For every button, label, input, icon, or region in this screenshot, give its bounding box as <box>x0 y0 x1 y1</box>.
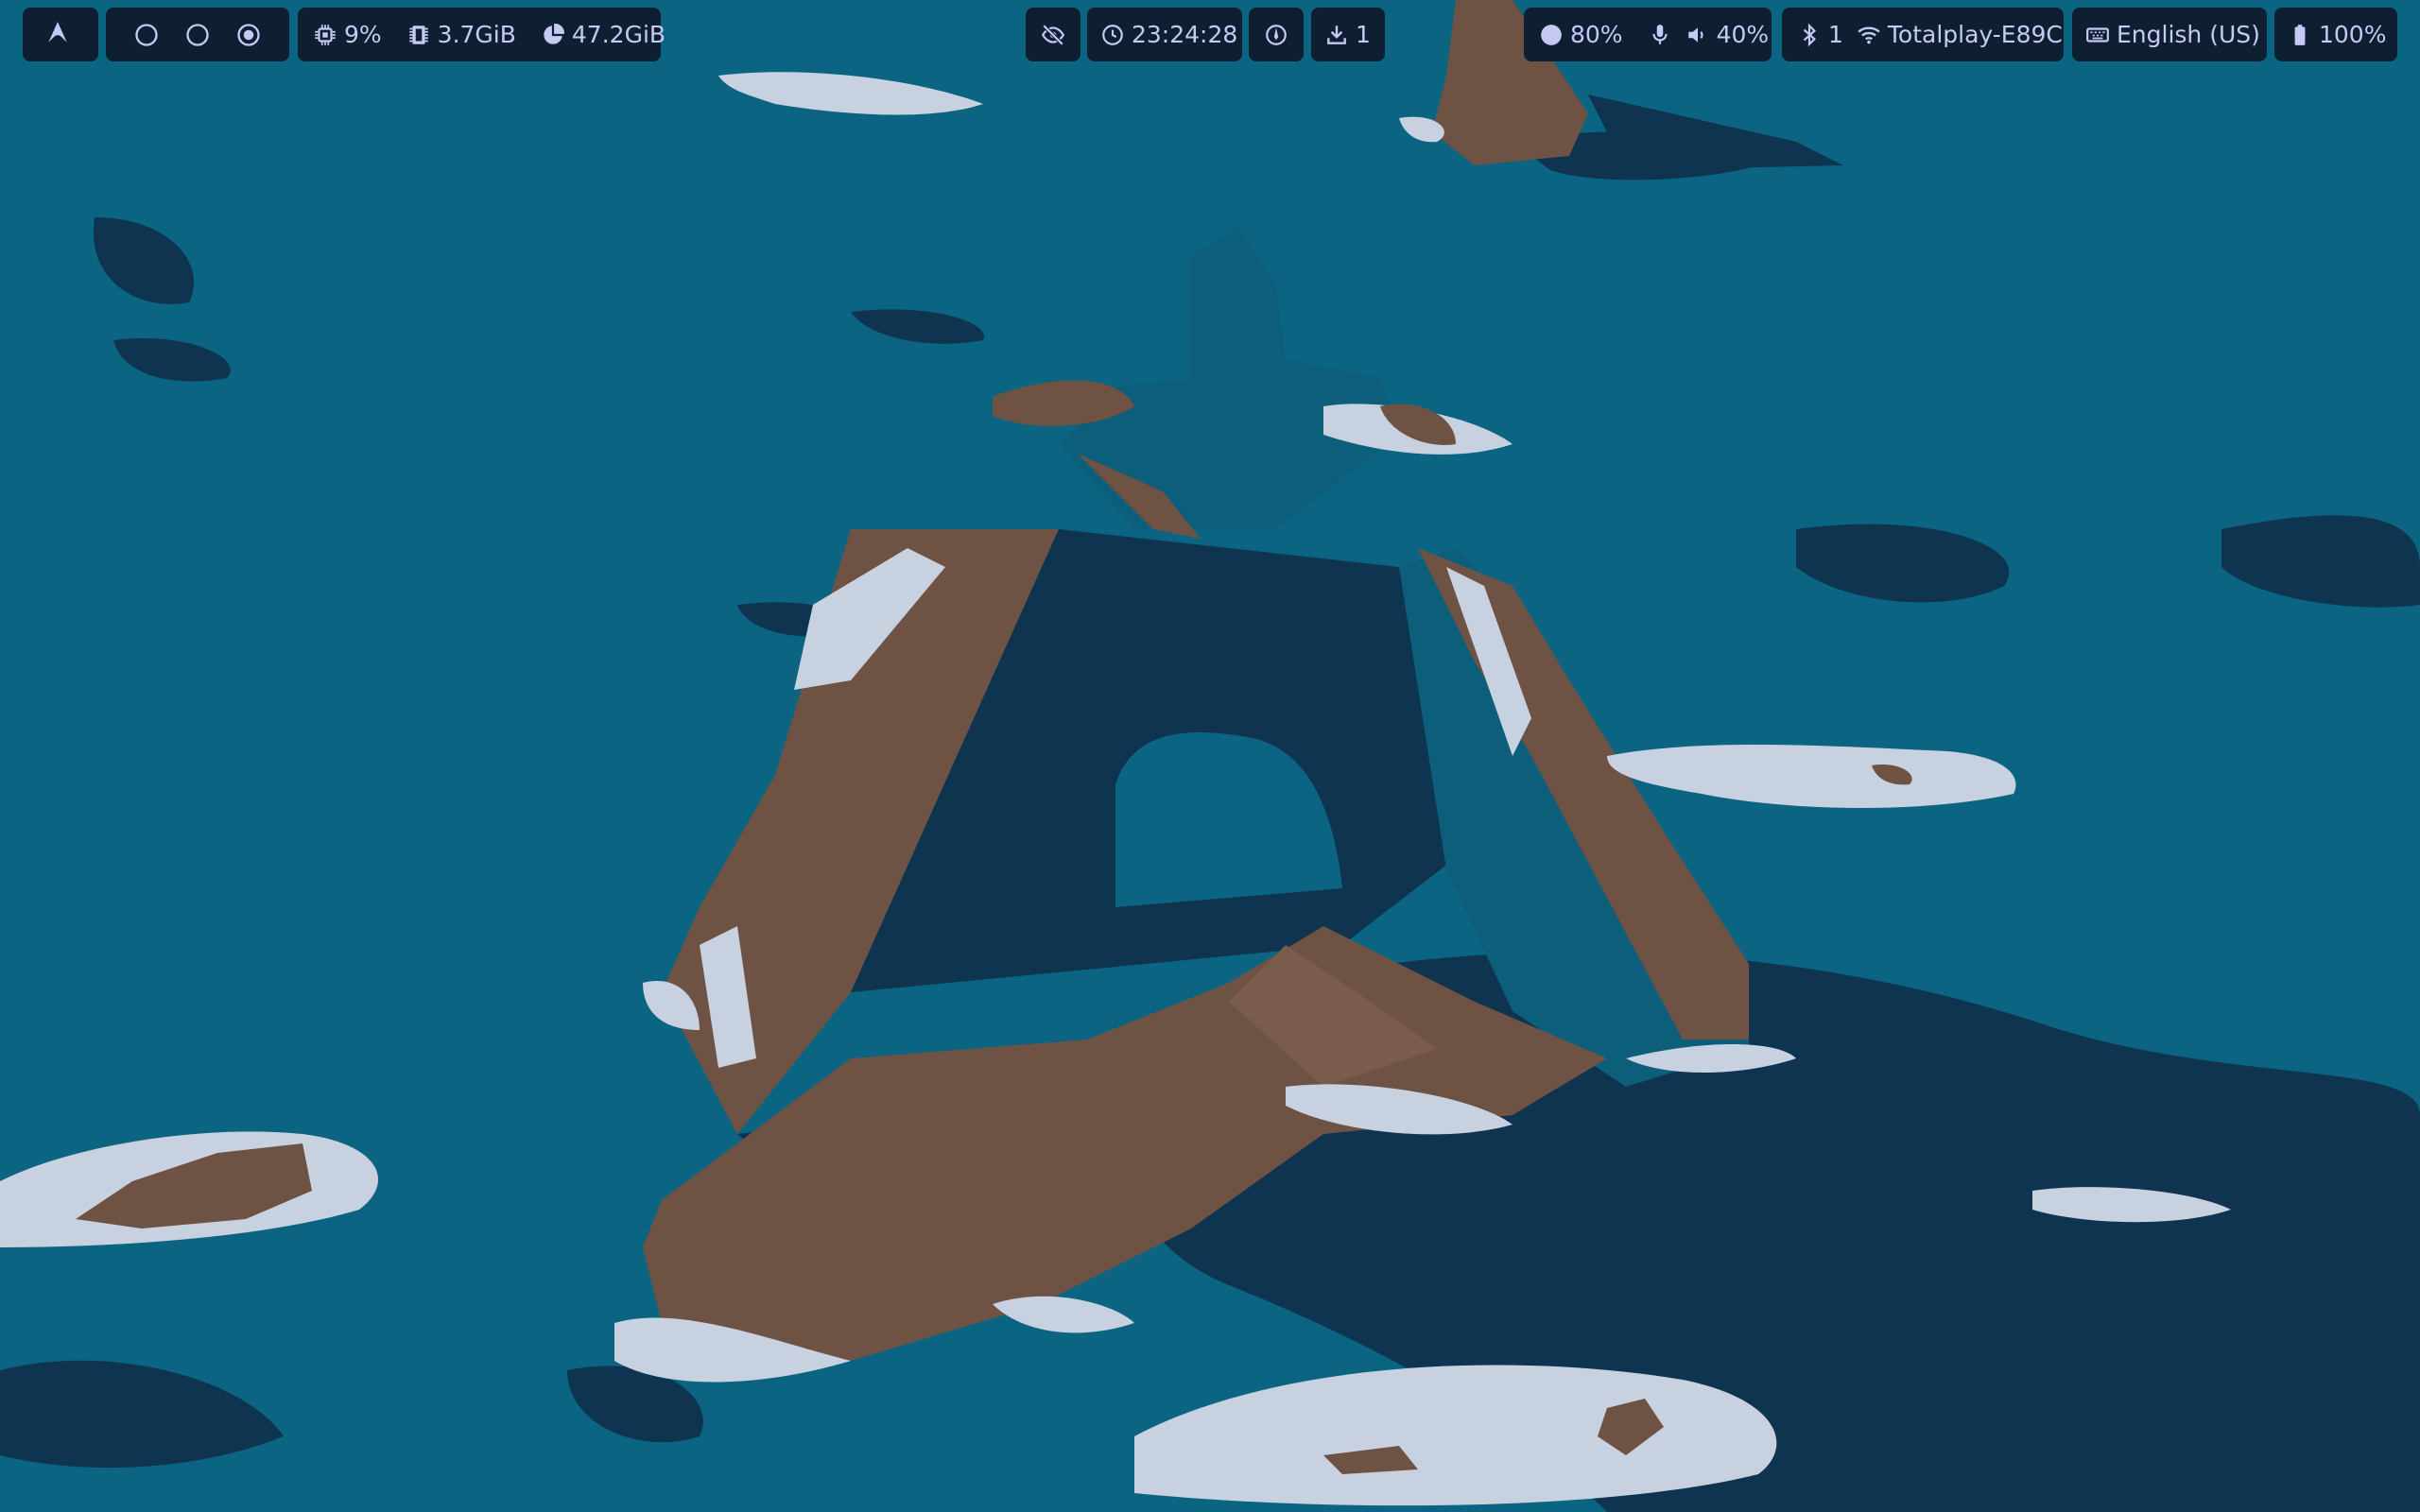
keyboard-icon <box>2085 23 2110 47</box>
workspace-1-button[interactable] <box>133 22 160 48</box>
launcher-button[interactable] <box>23 8 98 61</box>
battery-widget[interactable]: 100% <box>2274 8 2397 61</box>
volume-widget[interactable]: 40% <box>1685 21 1770 48</box>
clock-widget[interactable]: 23:24:28 <box>1087 8 1242 61</box>
updates-count: 1 <box>1356 21 1371 48</box>
arch-linux-icon <box>45 20 76 50</box>
workspace-2-button[interactable] <box>184 22 211 48</box>
disk-pie-icon <box>541 23 565 47</box>
memory-icon <box>406 23 431 47</box>
wifi-ssid: Totalplay-E89C <box>1887 21 2063 48</box>
wallpaper <box>0 0 2420 1512</box>
speaker-icon <box>1685 23 1710 47</box>
workspaces <box>106 8 289 61</box>
download-icon <box>1324 23 1349 47</box>
microphone-icon <box>1648 23 1672 47</box>
idle-inhibitor-button[interactable] <box>1026 8 1080 61</box>
bluetooth-icon <box>1797 23 1822 47</box>
network-group: 1 Totalplay-E89C <box>1782 8 2064 61</box>
keyboard-layout-widget[interactable]: English (US) <box>2072 8 2267 61</box>
eye-off-icon <box>1041 23 1065 47</box>
bluetooth-widget[interactable]: 1 <box>1797 21 1843 48</box>
cpu-value: 9% <box>344 21 382 48</box>
clock-icon <box>1100 23 1125 47</box>
wifi-icon <box>1857 23 1881 47</box>
disk-widget[interactable]: 47.2GiB <box>541 21 666 48</box>
microphone-widget[interactable] <box>1648 23 1672 47</box>
workspace-3-button[interactable] <box>235 22 262 48</box>
cpu-icon <box>313 23 337 47</box>
brightness-value: 80% <box>1570 21 1623 48</box>
system-stats: 9% 3.7GiB 47.2GiB <box>298 8 666 61</box>
audio-group: 80% 40% <box>1524 8 1772 61</box>
wifi-widget[interactable]: Totalplay-E89C <box>1857 21 2063 48</box>
volume-value: 40% <box>1716 21 1770 48</box>
bluetooth-count: 1 <box>1828 21 1843 48</box>
brightness-widget[interactable]: 80% <box>1539 21 1623 48</box>
battery-value: 100% <box>2319 21 2387 48</box>
updates-widget[interactable]: 1 <box>1311 8 1385 61</box>
brightness-icon <box>1539 23 1564 47</box>
desktop: 9% 3.7GiB 47.2GiB 23:24:28 1 80% 40% 1 T… <box>0 0 2420 1512</box>
disk-value: 47.2GiB <box>571 21 666 48</box>
keyboard-layout-value: English (US) <box>2117 21 2260 48</box>
power-profile-button[interactable] <box>1249 8 1304 61</box>
battery-icon <box>2288 23 2312 47</box>
memory-widget[interactable]: 3.7GiB <box>406 21 516 48</box>
cpu-widget[interactable]: 9% <box>313 21 382 48</box>
clock-value: 23:24:28 <box>1132 21 1238 48</box>
power-profile-icon <box>1264 23 1288 47</box>
memory-value: 3.7GiB <box>437 21 516 48</box>
